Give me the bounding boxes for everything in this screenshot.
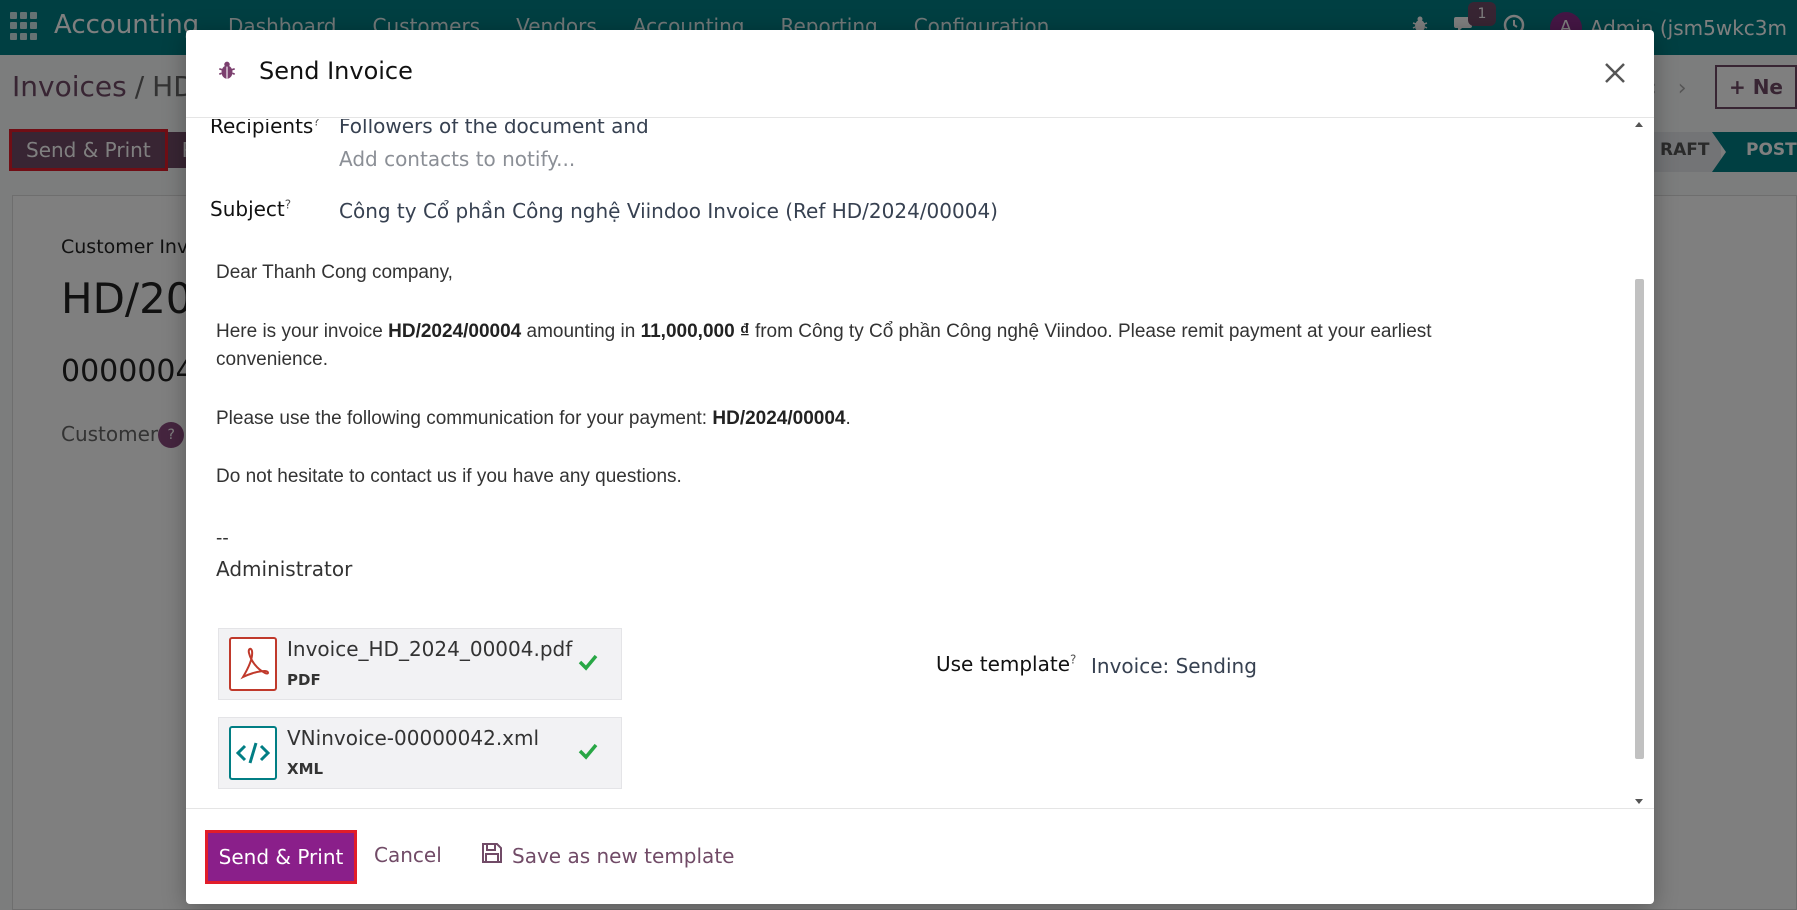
save-template-button[interactable]: Save as new template	[480, 841, 734, 870]
floppy-disk-icon	[480, 841, 504, 870]
dialog-title: Send Invoice	[259, 57, 413, 85]
recipients-label: Recipients?	[210, 119, 320, 138]
send-print-button[interactable]: Send & Print	[205, 830, 357, 884]
scroll-down-arrow[interactable]	[1635, 799, 1643, 804]
template-select[interactable]: Invoice: Sending	[1091, 654, 1257, 678]
scroll-thumb[interactable]	[1635, 279, 1644, 759]
email-paragraph-communication[interactable]: Please use the following communication f…	[216, 405, 1516, 433]
email-signature-dash[interactable]: --	[216, 525, 1516, 553]
email-signature[interactable]: Administrator	[216, 555, 1516, 583]
recipients-input[interactable]: Add contacts to notify...	[339, 147, 575, 171]
recipients-value: Followers of the document and	[339, 119, 649, 138]
use-template-label: Use template?	[936, 652, 1077, 676]
dialog-body: Recipients? Followers of the document an…	[186, 119, 1654, 837]
dialog-footer: Send & Print Cancel Save as new template	[186, 808, 1654, 904]
code-file-icon	[229, 726, 277, 780]
check-icon	[577, 651, 599, 677]
email-greeting[interactable]: Dear Thanh Cong company,	[216, 259, 1516, 287]
attachment-type: PDF	[287, 671, 321, 689]
subject-input[interactable]: Công ty Cổ phần Công nghệ Viindoo Invoic…	[339, 199, 998, 223]
scroll-up-arrow[interactable]	[1635, 122, 1643, 127]
dialog-scrollbar[interactable]	[1632, 119, 1646, 807]
cancel-button[interactable]: Cancel	[374, 843, 442, 867]
save-template-label: Save as new template	[512, 843, 735, 868]
pdf-file-icon	[229, 637, 277, 691]
attachment-type: XML	[287, 760, 324, 778]
dialog-header: Send Invoice	[186, 30, 1654, 118]
subject-label: Subject?	[210, 197, 292, 221]
attachment-name: Invoice_HD_2024_00004.pdf	[287, 637, 573, 661]
debug-bug-icon[interactable]	[216, 60, 238, 86]
check-icon	[577, 740, 599, 766]
attachment-pdf[interactable]: Invoice_HD_2024_00004.pdf PDF	[218, 628, 622, 700]
attachment-xml[interactable]: VNinvoice-00000042.xml XML	[218, 717, 622, 789]
close-icon[interactable]	[1598, 56, 1632, 90]
email-paragraph-invoice[interactable]: Here is your invoice HD/2024/00004 amoun…	[216, 318, 1516, 374]
send-invoice-dialog: Send Invoice Recipients? Followers of th…	[186, 30, 1654, 904]
email-paragraph-contact[interactable]: Do not hesitate to contact us if you hav…	[216, 463, 1516, 491]
attachment-name: VNinvoice-00000042.xml	[287, 726, 540, 750]
